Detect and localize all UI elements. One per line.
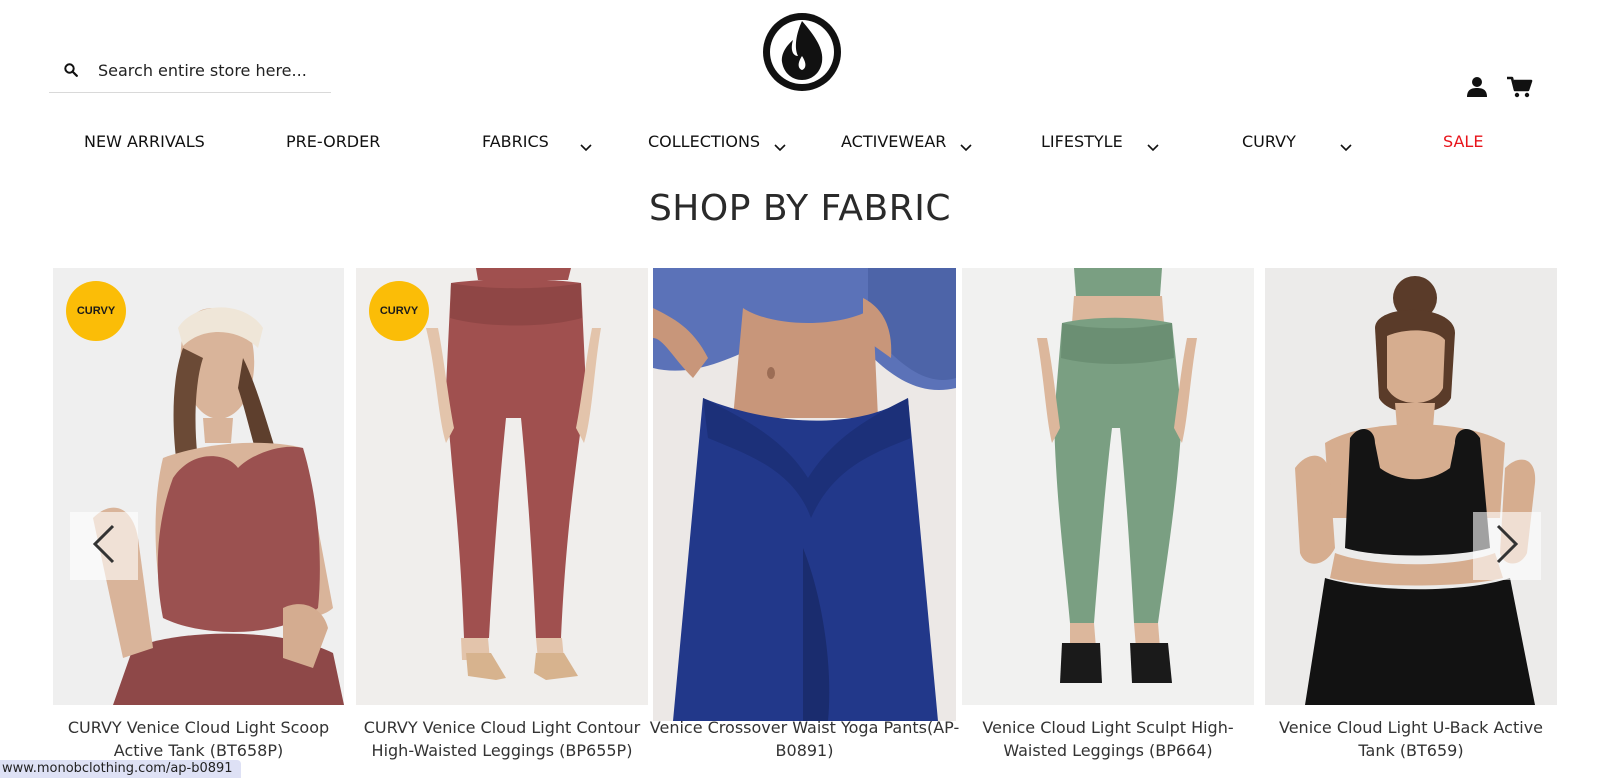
nav-item-sale[interactable]: SALE (1443, 126, 1483, 156)
nav-label: CURVY (1242, 131, 1296, 151)
curvy-badge: CURVY (369, 281, 429, 341)
nav-item-collections[interactable]: COLLECTIONS (648, 126, 786, 156)
main-nav: NEW ARRIVALS PRE-ORDER FABRICS COLLECTIO… (0, 126, 1600, 156)
nav-label: COLLECTIONS (648, 131, 761, 151)
nav-item-new-arrivals[interactable]: NEW ARRIVALS (84, 126, 205, 156)
nav-label: SALE (1443, 131, 1484, 151)
nav-item-fabrics[interactable]: FABRICS (482, 126, 592, 156)
product-image[interactable] (962, 268, 1254, 705)
product-name[interactable]: Venice Crossover Waist Yoga Pants(AP-B08… (649, 716, 960, 762)
search-bar (49, 48, 331, 93)
chevron-down-icon[interactable] (1147, 137, 1159, 152)
chevron-down-icon[interactable] (960, 137, 972, 152)
nav-item-pre-order[interactable]: PRE-ORDER (286, 126, 380, 156)
search-icon[interactable] (64, 61, 82, 79)
carousel-next-button[interactable] (1473, 512, 1541, 580)
product-name[interactable]: Venice Cloud Light Sculpt High-Waisted L… (958, 716, 1258, 762)
search-input[interactable] (98, 60, 328, 80)
chevron-left-icon (91, 524, 117, 569)
product-image[interactable] (1265, 268, 1557, 705)
nav-item-curvy[interactable]: CURVY (1242, 126, 1352, 156)
chevron-down-icon[interactable] (1340, 137, 1352, 152)
nav-label: PRE-ORDER (286, 131, 381, 151)
product-name[interactable]: Venice Cloud Light U-Back Active Tank (B… (1261, 716, 1561, 762)
section-title: SHOP BY FABRIC (648, 188, 952, 229)
product-name[interactable]: CURVY Venice Cloud Light Scoop Active Ta… (49, 716, 348, 762)
product-image[interactable] (653, 268, 956, 721)
status-bar-url: www.monobclothing.com/ap-b0891 (0, 760, 241, 778)
nav-item-lifestyle[interactable]: LIFESTYLE (1041, 126, 1159, 156)
product-image[interactable]: CURVY (356, 268, 648, 705)
chevron-down-icon[interactable] (580, 137, 592, 152)
curvy-badge: CURVY (66, 281, 126, 341)
chevron-right-icon (1494, 524, 1520, 569)
nav-label: ACTIVEWEAR (841, 131, 947, 151)
user-icon[interactable] (1466, 76, 1488, 98)
nav-label: NEW ARRIVALS (84, 131, 205, 151)
cart-icon[interactable] (1507, 76, 1533, 98)
nav-label: FABRICS (482, 131, 549, 151)
chevron-down-icon[interactable] (774, 137, 786, 152)
nav-label: LIFESTYLE (1041, 131, 1123, 151)
product-image[interactable]: CURVY (53, 268, 344, 705)
brand-logo[interactable] (760, 12, 844, 92)
carousel-prev-button[interactable] (70, 512, 138, 580)
nav-item-activewear[interactable]: ACTIVEWEAR (841, 126, 972, 156)
product-name[interactable]: CURVY Venice Cloud Light Contour High-Wa… (352, 716, 652, 762)
